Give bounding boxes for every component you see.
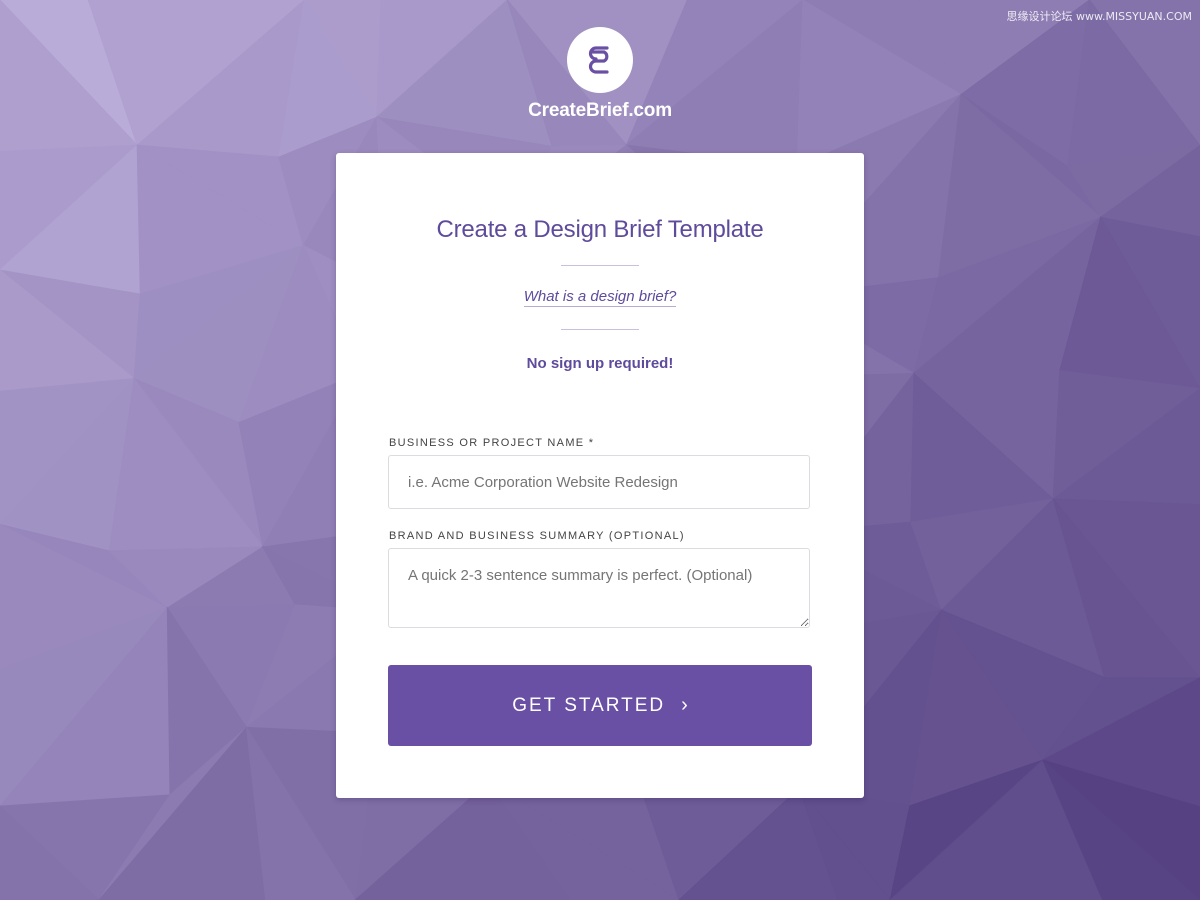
summary-textarea[interactable] xyxy=(388,548,810,628)
brand-name[interactable]: CreateBrief.com xyxy=(0,100,1200,122)
what-is-design-brief-link[interactable]: What is a design brief? xyxy=(523,288,677,307)
help-link-row: What is a design brief? xyxy=(336,288,864,307)
brand-logo[interactable] xyxy=(567,27,633,93)
watermark-text: 思缘设计论坛 www.MISSYUAN.COM xyxy=(1006,10,1192,23)
summary-label: BRAND AND BUSINESS SUMMARY (OPTIONAL) xyxy=(389,530,685,542)
divider xyxy=(561,329,639,330)
brief-logo-icon xyxy=(588,46,609,74)
project-name-label: BUSINESS OR PROJECT NAME * xyxy=(389,437,595,449)
page-title: Create a Design Brief Template xyxy=(436,216,764,243)
get-started-label: GET STARTED xyxy=(512,694,666,716)
get-started-button[interactable]: GET STARTED › xyxy=(388,665,812,746)
no-signup-note: No sign up required! xyxy=(526,355,674,372)
project-name-input[interactable] xyxy=(388,455,810,509)
brief-form-card: Create a Design Brief Template What is a… xyxy=(336,153,864,798)
divider xyxy=(561,265,639,266)
chevron-right-icon: › xyxy=(681,694,688,716)
